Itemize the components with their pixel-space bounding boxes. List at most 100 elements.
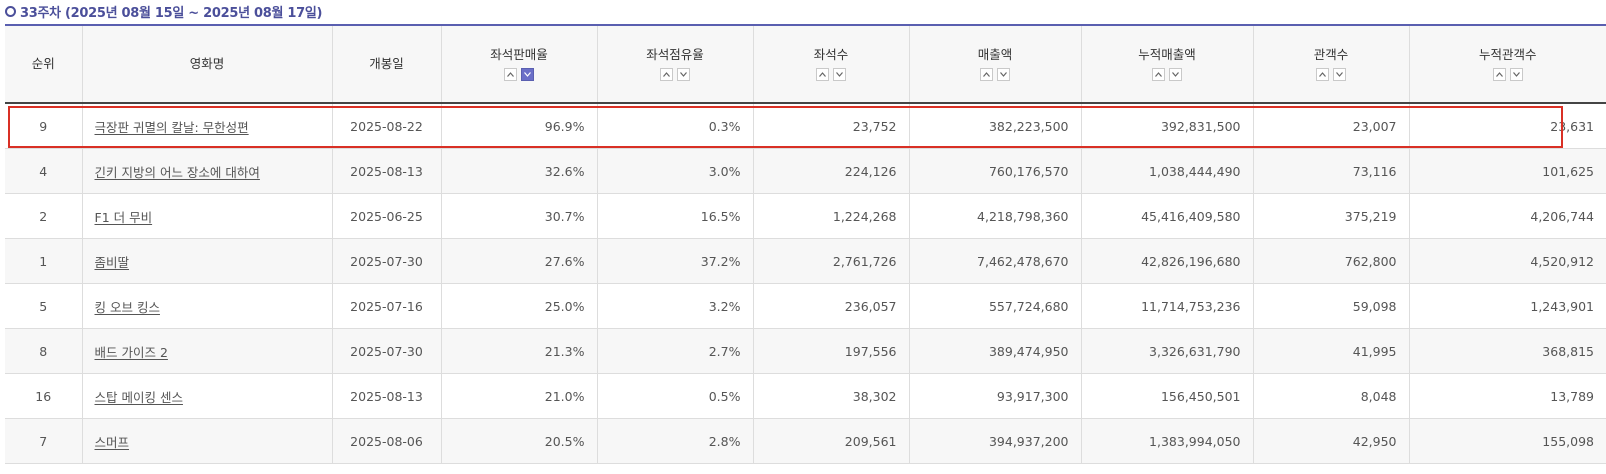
- column-header-rank: 순위: [5, 26, 82, 104]
- movie-title-link[interactable]: 스탑 메이킹 센스: [95, 390, 183, 405]
- cell-release-date: 2025-07-30: [331, 328, 441, 374]
- chevron-up-icon: [1495, 72, 1503, 77]
- cell-release-date: 2025-07-16: [331, 283, 441, 329]
- sort-ascending-button[interactable]: [660, 68, 673, 81]
- cell-title: 좀비딸: [81, 238, 332, 284]
- cell-audience: 375,219: [1252, 193, 1409, 239]
- cell-audience: 762,800: [1252, 238, 1409, 284]
- cell-audience: 73,116: [1252, 148, 1409, 194]
- movie-title-link[interactable]: 좀비딸: [95, 255, 130, 270]
- cell-seat-sales-rate: 20.5%: [440, 418, 597, 464]
- cell-seat-share: 0.5%: [596, 373, 753, 419]
- movie-title-link[interactable]: 배드 가이즈 2: [95, 345, 168, 360]
- cell-title: 배드 가이즈 2: [81, 328, 332, 374]
- column-header-cum-revenue: 누적매출액: [1080, 26, 1253, 104]
- cell-revenue: 4,218,798,360: [908, 193, 1081, 239]
- cell-cum-revenue: 1,383,994,050: [1080, 418, 1253, 464]
- sort-descending-button[interactable]: [997, 68, 1010, 81]
- table-row-highlighted: 9 극장판 귀멸의 칼날: 무한성편 2025-08-22 96.9% 0.3% 23,7…: [5, 103, 1606, 149]
- movie-title-link[interactable]: 킹 오브 킹스: [95, 300, 160, 315]
- sort-controls: [1254, 68, 1409, 81]
- cell-seats: 23,752: [752, 103, 909, 149]
- column-header-label: 영화명: [189, 56, 225, 71]
- sort-controls: [442, 68, 597, 81]
- cell-seats: 209,561: [752, 418, 909, 464]
- cell-title: 스머프: [81, 418, 332, 464]
- chevron-down-icon: [1336, 72, 1343, 77]
- table-row: 5 킹 오브 킹스 2025-07-16 25.0% 3.2% 236,057 557,72…: [5, 283, 1606, 329]
- chevron-up-icon: [819, 72, 826, 77]
- cell-cum-audience: 155,098: [1408, 418, 1606, 464]
- cell-cum-revenue: 3,326,631,790: [1080, 328, 1253, 374]
- chevron-down-icon: [836, 72, 843, 77]
- cell-cum-revenue: 1,038,444,490: [1080, 148, 1253, 194]
- cell-seats: 38,302: [752, 373, 909, 419]
- movie-title-link[interactable]: F1 더 무비: [95, 210, 153, 225]
- chevron-up-icon: [1319, 72, 1326, 77]
- cell-cum-revenue: 42,826,196,680: [1080, 238, 1253, 284]
- cell-seats: 224,126: [752, 148, 909, 194]
- cell-rank: 4: [5, 148, 82, 194]
- cell-cum-revenue: 45,416,409,580: [1080, 193, 1253, 239]
- sort-ascending-button[interactable]: [1152, 68, 1165, 81]
- cell-title: 스탑 메이킹 센스: [81, 373, 332, 419]
- cell-seat-sales-rate: 96.9%: [440, 103, 597, 149]
- chevron-up-icon: [983, 72, 990, 77]
- sort-ascending-button[interactable]: [1492, 68, 1506, 81]
- sort-descending-button[interactable]: [677, 68, 690, 81]
- column-header-label: 개봉일: [369, 56, 404, 71]
- cell-revenue: 382,223,500: [908, 103, 1081, 149]
- cell-revenue: 760,176,570: [908, 148, 1081, 194]
- column-header-label: 누적매출액: [1138, 47, 1196, 62]
- chevron-down-icon: [1000, 72, 1007, 77]
- cell-release-date: 2025-07-30: [331, 238, 441, 284]
- movie-title-link[interactable]: 긴키 지방의 어느 장소에 대하여: [95, 165, 260, 180]
- sort-descending-button[interactable]: [1169, 68, 1182, 81]
- cell-rank: 8: [5, 328, 82, 374]
- cell-cum-revenue: 392,831,500: [1080, 103, 1253, 149]
- cell-seats: 236,057: [752, 283, 909, 329]
- table-row: 1 좀비딸 2025-07-30 27.6% 37.2% 2,761,726 7,462,4…: [5, 238, 1606, 284]
- sort-descending-button[interactable]: [521, 68, 534, 81]
- table-header-row: 순위 영화명 개봉일 좌석판매율 좌석점유율 좌석수 매출액 누적매출액 관객수 누적관객수: [5, 26, 1606, 104]
- column-header-title: 영화명: [81, 26, 332, 104]
- column-header-label: 누적관객수: [1478, 47, 1537, 62]
- cell-rank: 1: [5, 238, 82, 284]
- movie-title-link[interactable]: 스머프: [95, 435, 130, 450]
- cell-release-date: 2025-08-22: [331, 103, 441, 149]
- cell-release-date: 2025-06-25: [331, 193, 441, 239]
- cell-seat-sales-rate: 30.7%: [440, 193, 597, 239]
- cell-revenue: 7,462,478,670: [908, 238, 1081, 284]
- table-row: 2 F1 더 무비 2025-06-25 30.7% 16.5% 1,224,268 4,2…: [5, 193, 1606, 239]
- chevron-down-icon: [1512, 72, 1520, 77]
- cell-audience: 23,007: [1252, 103, 1409, 149]
- movie-title-link[interactable]: 극장판 귀멸의 칼날: 무한성편: [95, 120, 249, 135]
- table-row: 8 배드 가이즈 2 2025-07-30 21.3% 2.7% 197,556 389,4…: [5, 328, 1606, 374]
- column-header-label: 매출액: [977, 47, 1013, 62]
- cell-seat-sales-rate: 32.6%: [440, 148, 597, 194]
- column-header-label: 좌석판매율: [490, 47, 548, 62]
- cell-audience: 59,098: [1252, 283, 1409, 329]
- sort-descending-button[interactable]: [1509, 68, 1523, 81]
- chevron-up-icon: [507, 72, 514, 77]
- sort-ascending-button[interactable]: [1316, 68, 1329, 81]
- boxoffice-table: 순위 영화명 개봉일 좌석판매율 좌석점유율 좌석수 매출액 누적매출액 관객수 누적관객수 9극…: [5, 26, 1606, 464]
- sort-controls: [1082, 68, 1253, 81]
- sort-ascending-button[interactable]: [504, 68, 517, 81]
- cell-cum-audience: 368,815: [1408, 328, 1606, 374]
- sort-controls: [1410, 68, 1606, 81]
- column-header-label: 좌석점유율: [646, 47, 704, 62]
- sort-controls: [910, 68, 1081, 81]
- sort-ascending-button[interactable]: [816, 68, 829, 81]
- sort-controls: [598, 68, 753, 81]
- cell-seats: 2,761,726: [752, 238, 909, 284]
- cell-cum-audience: 13,789: [1408, 373, 1606, 419]
- cell-cum-revenue: 156,450,501: [1080, 373, 1253, 419]
- cell-seat-sales-rate: 25.0%: [440, 283, 597, 329]
- sort-descending-button[interactable]: [1333, 68, 1346, 81]
- sort-ascending-button[interactable]: [980, 68, 993, 81]
- table-row: 7 스머프 2025-08-06 20.5% 2.8% 209,561 394,937,20…: [5, 418, 1606, 464]
- sort-descending-button[interactable]: [833, 68, 846, 81]
- column-header-audience: 관객수: [1252, 26, 1409, 104]
- cell-cum-audience: 4,206,744: [1408, 193, 1606, 239]
